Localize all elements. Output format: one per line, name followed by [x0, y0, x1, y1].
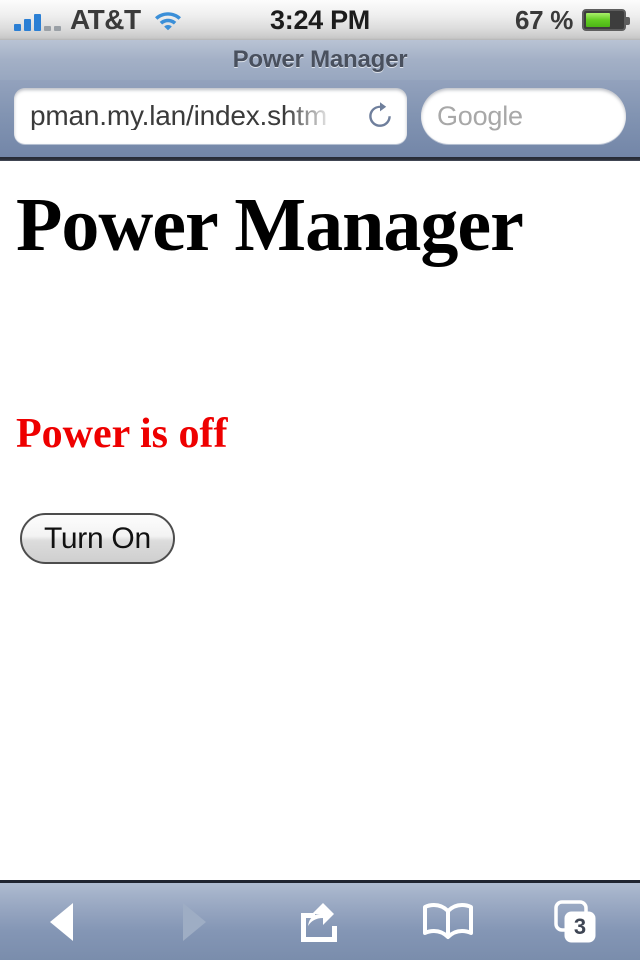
status-bar-left: AT&T: [14, 6, 270, 34]
power-status-text: Power is off: [16, 411, 228, 457]
battery-icon: [582, 9, 631, 31]
browser-toolbar: 3: [0, 880, 640, 960]
status-bar-right: 67 %: [370, 5, 631, 35]
back-arrow-icon: [43, 900, 85, 944]
forward-arrow-icon: [171, 900, 213, 944]
signal-bars-icon: [14, 9, 61, 31]
search-input[interactable]: Google: [421, 88, 626, 144]
power-button-wrap: Turn On: [20, 513, 175, 564]
bookmarks-book-icon: [422, 901, 474, 943]
tabs-pages-icon: 3: [553, 899, 599, 944]
iphone-safari-screen: AT&T 3:24 PM 67 % Power Manager pman.my.: [0, 0, 640, 960]
web-page-content: Power Manager Power is off Turn On: [0, 161, 640, 880]
share-button[interactable]: [256, 883, 384, 960]
tabs-count-label: 3: [573, 913, 587, 939]
tabs-button[interactable]: 3: [512, 883, 640, 960]
tabs-front-page: 3: [563, 910, 597, 944]
battery-fill: [586, 13, 611, 27]
battery-percent-label: 67 %: [514, 5, 574, 35]
bookmarks-button[interactable]: [384, 883, 512, 960]
reload-icon[interactable]: [365, 101, 395, 131]
back-button[interactable]: [0, 883, 128, 960]
carrier-name: AT&T: [70, 4, 141, 35]
status-bar-center: 3:24 PM: [270, 4, 370, 35]
content-heading: Power Manager: [16, 183, 524, 267]
url-text: pman.my.lan/index.shtm: [30, 100, 327, 131]
browser-title-bar: Power Manager: [0, 40, 640, 80]
turn-on-button[interactable]: Turn On: [20, 513, 175, 564]
wifi-icon: [153, 9, 183, 31]
forward-button: [128, 883, 256, 960]
address-bar[interactable]: pman.my.lan/index.shtm: [14, 88, 407, 144]
share-icon: [296, 900, 344, 944]
status-bar: AT&T 3:24 PM 67 %: [0, 0, 640, 40]
browser-url-row: pman.my.lan/index.shtm Google: [0, 80, 640, 157]
clock-time: 3:24 PM: [270, 4, 370, 35]
search-placeholder: Google: [437, 100, 523, 131]
page-title: Power Manager: [232, 46, 408, 73]
